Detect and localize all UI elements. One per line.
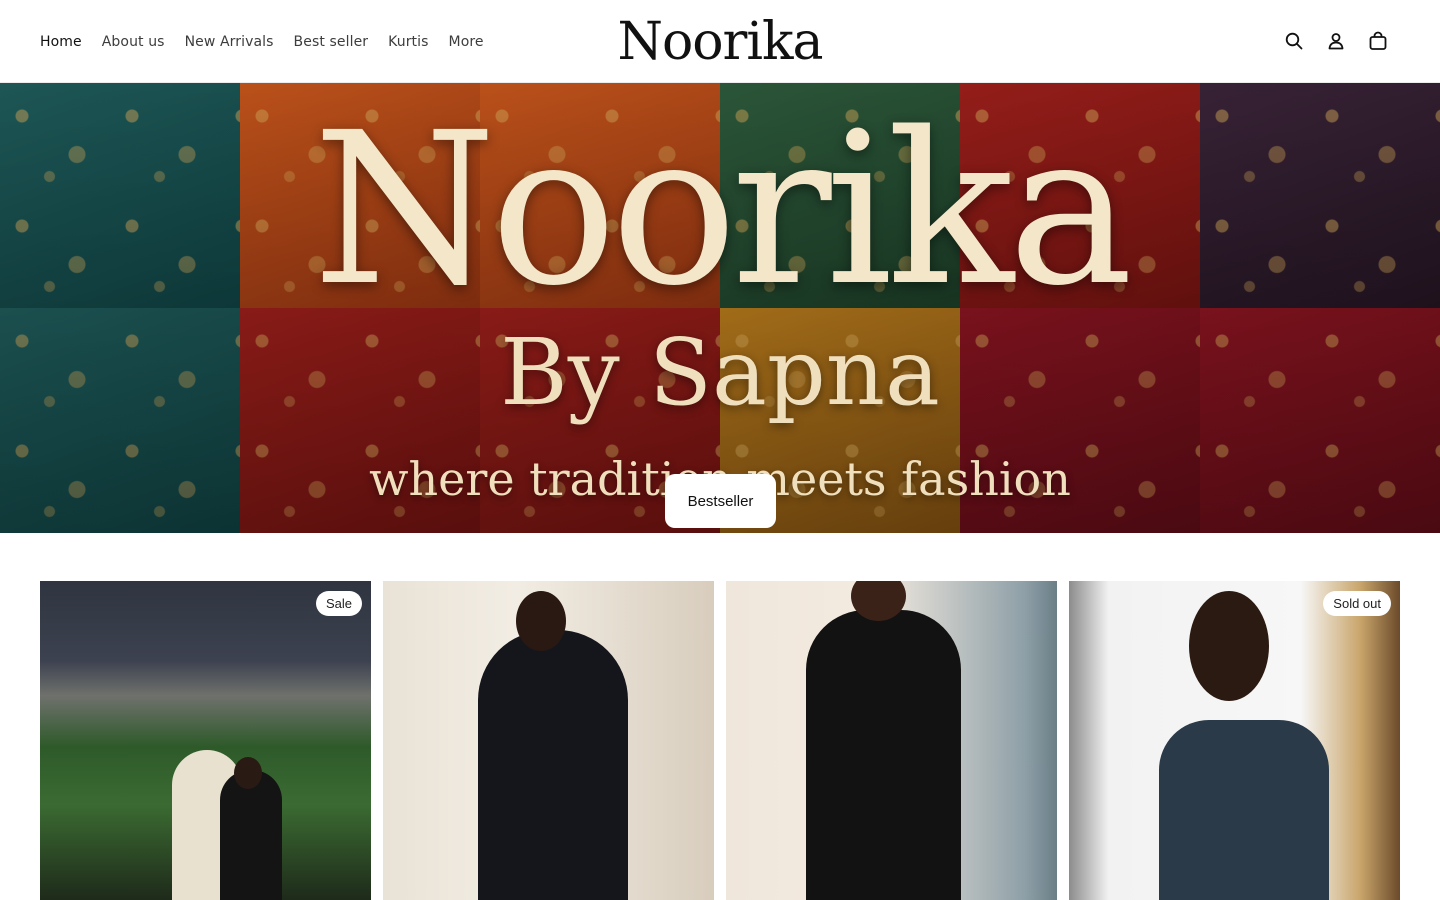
product-card[interactable]: Sale [40, 581, 371, 900]
main-nav: Home About us New Arrivals Best seller K… [40, 0, 484, 83]
product-card[interactable] [383, 581, 714, 900]
nav-item-more[interactable]: More [449, 34, 484, 50]
nav-item-new-arrivals[interactable]: New Arrivals [185, 34, 274, 50]
nav-item-about-us[interactable]: About us [102, 34, 165, 50]
product-grid: Sale Sold out [40, 581, 1400, 900]
hero-banner: Noorika By Sapna where tradition meets f… [0, 83, 1440, 533]
model-figure [806, 610, 961, 900]
bestseller-button[interactable]: Bestseller [665, 474, 776, 528]
product-card[interactable]: Sold out [1069, 581, 1400, 900]
hero-subtitle: By Sapna [500, 319, 940, 426]
model-figure [478, 630, 628, 900]
sold-out-badge: Sold out [1323, 591, 1391, 616]
nav-item-kurtis[interactable]: Kurtis [388, 34, 428, 50]
header-icons [1284, 29, 1388, 53]
model-figure [220, 770, 282, 900]
site-logo[interactable]: Noorika [617, 12, 823, 72]
nav-item-best-seller[interactable]: Best seller [294, 34, 369, 50]
search-icon[interactable] [1284, 29, 1304, 53]
cart-icon[interactable] [1368, 29, 1388, 53]
account-icon[interactable] [1326, 29, 1346, 53]
site-header: Home About us New Arrivals Best seller K… [0, 0, 1440, 83]
nav-item-home[interactable]: Home [40, 34, 82, 50]
model-figure [1159, 720, 1329, 900]
product-card[interactable] [726, 581, 1057, 900]
sale-badge: Sale [315, 591, 362, 616]
hero-title: Noorika [312, 87, 1134, 332]
